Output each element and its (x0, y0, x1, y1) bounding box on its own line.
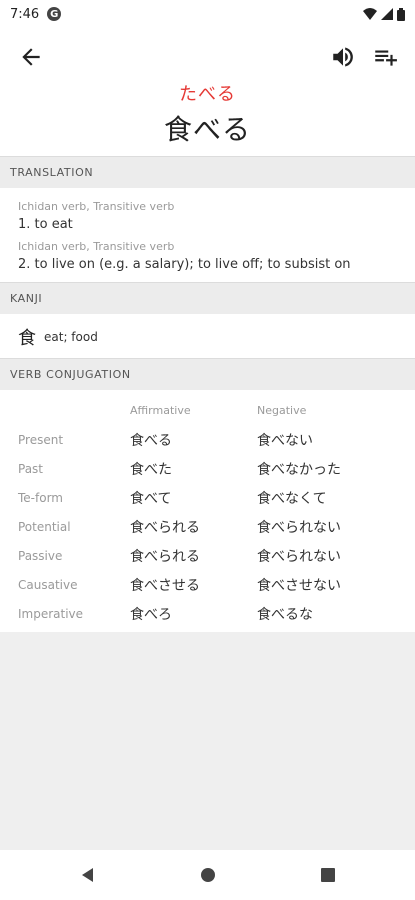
conjugation-form-label: Imperative (18, 607, 84, 621)
translation-section-header: TRANSLATION (0, 156, 415, 188)
kanji-meaning: eat; food (44, 330, 98, 344)
conjugation-affirmative: 食べる (130, 433, 172, 449)
kanji-character: 食 (18, 328, 36, 349)
sense-pos: Ichidan verb, Transitive verb (18, 200, 175, 213)
battery-icon (397, 7, 405, 21)
wifi-icon (363, 8, 377, 20)
sense-pos: Ichidan verb, Transitive verb (18, 240, 175, 253)
conjugation-form-label: Te-form (18, 491, 63, 505)
conjugation-affirmative: 食べた (130, 462, 172, 478)
conjugation-table: Affirmative Negative Present 食べる 食べない Pa… (0, 390, 415, 632)
status-icons (363, 7, 405, 21)
conjugation-form-label: Present (18, 433, 64, 447)
conjugation-negative: 食べなくて (257, 491, 327, 507)
status-time: 7:46 (10, 6, 40, 22)
conjugation-negative: 食べられない (257, 520, 341, 536)
conjugation-affirmative: 食べられる (130, 520, 200, 536)
conjugation-affirmative: 食べさせる (130, 578, 200, 594)
nav-back-triangle-icon[interactable] (78, 865, 98, 885)
kanji-item[interactable]: 食 eat; food (18, 324, 98, 350)
conjugation-section-header: VERB CONJUGATION (0, 358, 415, 390)
conjugation-form-label: Potential (18, 520, 71, 534)
conjugation-negative: 食べない (257, 433, 313, 449)
status-bar: 7:46 G (0, 0, 415, 28)
playlist-add-icon[interactable] (372, 44, 398, 70)
word-reading: たべる (179, 84, 236, 105)
speaker-icon[interactable] (330, 44, 356, 70)
conjugation-negative: 食べるな (257, 607, 313, 623)
conjugation-negative: 食べられない (257, 549, 341, 565)
kanji-section: 食 eat; food (0, 314, 415, 358)
translation-section: Ichidan verb, Transitive verb 1. to eat … (0, 188, 415, 282)
sense-meaning: 1. to eat (18, 217, 73, 232)
conjugation-affirmative: 食べて (130, 491, 172, 507)
signal-icon (381, 8, 393, 20)
negative-column-header: Negative (257, 404, 307, 417)
sense-meaning: 2. to live on (e.g. a salary); to live o… (18, 257, 351, 272)
conjugation-affirmative: 食べろ (130, 607, 172, 623)
conjugation-form-label: Passive (18, 549, 63, 563)
google-icon: G (47, 7, 62, 21)
kanji-section-header: KANJI (0, 282, 415, 314)
conjugation-affirmative: 食べられる (130, 549, 200, 565)
conjugation-negative: 食べなかった (257, 462, 341, 478)
system-navigation-bar (0, 850, 415, 900)
nav-home-circle-icon[interactable] (198, 865, 218, 885)
word-header: たべる 食べる (0, 28, 415, 156)
conjugation-negative: 食べさせない (257, 578, 341, 594)
word-title: 食べる (163, 113, 251, 146)
conjugation-form-label: Past (18, 462, 44, 476)
back-arrow-icon[interactable] (18, 44, 44, 70)
conjugation-form-label: Causative (18, 578, 78, 592)
affirmative-column-header: Affirmative (130, 404, 191, 417)
nav-recents-square-icon[interactable] (318, 865, 338, 885)
